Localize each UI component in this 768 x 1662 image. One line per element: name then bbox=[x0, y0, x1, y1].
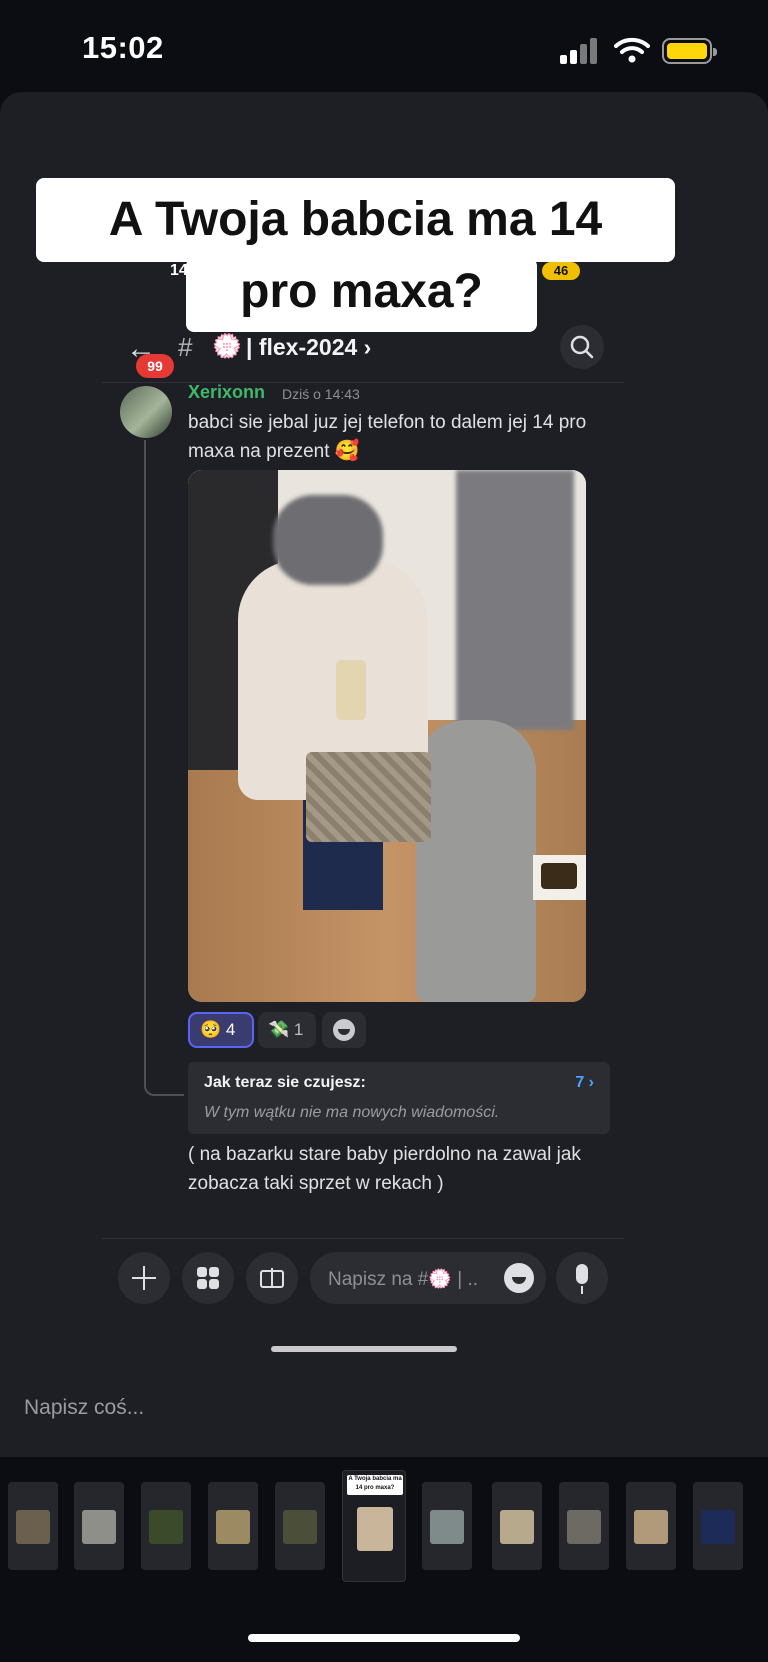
message-input[interactable]: Napisz na #💮 | .. bbox=[310, 1252, 546, 1304]
story-thumbnail[interactable] bbox=[626, 1482, 676, 1570]
add-reaction-button[interactable] bbox=[322, 1012, 366, 1048]
story-thumbnail[interactable] bbox=[693, 1482, 743, 1570]
story-thumbnail[interactable] bbox=[559, 1482, 609, 1570]
mic-button[interactable] bbox=[556, 1252, 608, 1304]
input-placeholder-tail: | .. bbox=[457, 1269, 479, 1290]
signal-icon bbox=[560, 38, 600, 64]
message-emoji: 🥰 bbox=[334, 440, 360, 462]
channel-header: ← 99 # 💮 | flex-2024 › bbox=[122, 328, 612, 378]
emoji-icon bbox=[333, 1019, 355, 1041]
home-indicator bbox=[248, 1634, 520, 1642]
avatar[interactable] bbox=[120, 386, 172, 438]
unread-badge: 99 bbox=[136, 354, 174, 378]
flower-emoji-icon: 💮 bbox=[428, 1269, 453, 1290]
input-placeholder: Napisz na # bbox=[328, 1269, 429, 1290]
story-thumbnail[interactable] bbox=[208, 1482, 258, 1570]
story-thumbnail-current[interactable]: A Twoja babcia ma 14 pro maxa? bbox=[342, 1470, 406, 1582]
background-count-badge: 46 bbox=[542, 262, 580, 280]
reaction-chip[interactable]: 🥺 4 bbox=[188, 1012, 254, 1048]
message-text: babci sie jebal juz jej telefon to dalem… bbox=[188, 408, 628, 466]
wifi-icon bbox=[614, 37, 650, 63]
reaction-count: 1 bbox=[293, 1020, 304, 1039]
status-time: 15:02 bbox=[82, 30, 164, 65]
search-icon bbox=[570, 335, 594, 359]
thread-title: Jak teraz sie czujesz: bbox=[204, 1074, 366, 1091]
story-thumbnail[interactable] bbox=[141, 1482, 191, 1570]
story-thumbnail[interactable] bbox=[422, 1482, 472, 1570]
message-text: ( na bazarku stare baby pierdolno na zaw… bbox=[188, 1144, 581, 1194]
story-thumbnail[interactable] bbox=[8, 1482, 58, 1570]
message-author[interactable]: Xerixonn bbox=[188, 382, 265, 403]
thread-connector bbox=[144, 440, 184, 1096]
story-thumbnail[interactable] bbox=[275, 1482, 325, 1570]
screenshot-home-indicator bbox=[271, 1346, 457, 1352]
header-divider bbox=[102, 382, 624, 383]
apps-button[interactable] bbox=[182, 1252, 234, 1304]
reaction-chip[interactable]: 💸 1 bbox=[258, 1012, 316, 1048]
story-thumbnail[interactable] bbox=[492, 1482, 542, 1570]
thread-card[interactable]: Jak teraz sie czujesz: 7 › W tym wątku n… bbox=[188, 1062, 610, 1134]
thread-subtitle: W tym wątku nie ma nowych wiadomości. bbox=[204, 1104, 500, 1121]
message-body: babci sie jebal juz jej telefon to dalem… bbox=[188, 412, 587, 462]
mic-icon bbox=[576, 1264, 588, 1284]
story-thumbnail[interactable] bbox=[74, 1482, 124, 1570]
thumbnail-caption: A Twoja babcia ma 14 pro maxa? bbox=[347, 1475, 403, 1495]
reaction-emoji: 💸 bbox=[268, 1020, 290, 1039]
reaction-count: 4 bbox=[225, 1020, 236, 1039]
thread-count: 7 › bbox=[575, 1074, 594, 1091]
caption-line-1: A Twoja babcia ma 14 bbox=[36, 178, 675, 262]
message-timestamp: Dziś o 14:43 bbox=[282, 386, 360, 402]
battery-icon bbox=[662, 38, 717, 64]
composer-divider bbox=[102, 1238, 624, 1239]
gift-button[interactable] bbox=[246, 1252, 298, 1304]
emoji-icon[interactable] bbox=[504, 1263, 534, 1293]
channel-name[interactable]: | flex-2024 › bbox=[246, 334, 371, 361]
story-reply-input[interactable]: Napisz coś... bbox=[24, 1396, 144, 1420]
flower-emoji-icon: 💮 bbox=[212, 333, 242, 360]
status-bar: 15:02 bbox=[0, 0, 768, 95]
channel-hash: # bbox=[178, 332, 193, 362]
search-button[interactable] bbox=[560, 325, 604, 369]
message-composer: Napisz na #💮 | .. bbox=[0, 1252, 768, 1308]
caption-line-2: pro maxa? bbox=[186, 258, 537, 332]
plus-button[interactable] bbox=[118, 1252, 170, 1304]
thumbnail-strip: A Twoja babcia ma 14 pro maxa? bbox=[0, 1470, 768, 1582]
reaction-emoji: 🥺 bbox=[200, 1020, 222, 1039]
attached-photo[interactable] bbox=[188, 470, 586, 1002]
